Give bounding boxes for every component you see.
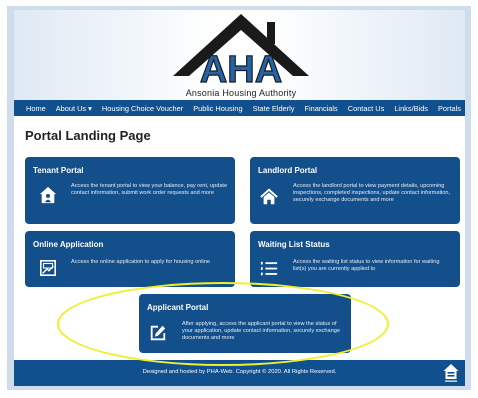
- site-header: AHA Ansonia Housing Authority: [14, 10, 465, 100]
- waiting-list-status-description: Access the waiting list status to view i…: [293, 259, 440, 273]
- equal-housing-icon: [443, 364, 459, 382]
- nav-state-elderly[interactable]: State Elderly: [248, 104, 300, 113]
- nav-financials[interactable]: Financials: [299, 104, 342, 113]
- tenant-portal-description: Access the tenant portal to view your ba…: [71, 183, 228, 197]
- edit-icon: [150, 325, 166, 341]
- online-application-title: Online Application: [33, 240, 104, 249]
- nav-portals[interactable]: Portals: [433, 104, 465, 113]
- portal-page: AHA Ansonia Housing Authority Home About…: [14, 10, 465, 386]
- aha-logo[interactable]: AHA Ansonia Housing Authority: [171, 12, 311, 98]
- tenant-portal-card[interactable]: Tenant Portal Access the tenant portal t…: [25, 157, 235, 224]
- site-footer: Designed and hosted by PHA-Web. Copyrigh…: [14, 360, 465, 386]
- nav-contact-us[interactable]: Contact Us: [343, 104, 390, 113]
- landlord-portal-card[interactable]: Landlord Portal Access the landlord port…: [250, 157, 460, 224]
- nav-public-housing[interactable]: Public Housing: [188, 104, 247, 113]
- online-application-card[interactable]: Online Application Access the online app…: [25, 231, 235, 287]
- nav-housing-choice-voucher[interactable]: Housing Choice Voucher: [97, 104, 188, 113]
- landlord-portal-title: Landlord Portal: [258, 166, 318, 175]
- applicant-portal-title: Applicant Portal: [147, 303, 209, 312]
- page-title: Portal Landing Page: [25, 128, 151, 143]
- nav-home[interactable]: Home: [14, 104, 51, 113]
- nav-links-bids[interactable]: Links/Bids: [389, 104, 433, 113]
- application-form-icon: [39, 259, 57, 277]
- online-application-description: Access the online application to apply f…: [71, 259, 211, 265]
- roof-logo-graphic: AHA: [173, 14, 309, 92]
- main-nav: Home About Us ▾ Housing Choice Voucher P…: [14, 100, 465, 116]
- nav-about-us[interactable]: About Us ▾: [51, 104, 97, 113]
- logo-letters: AHA: [200, 49, 282, 90]
- landlord-portal-description: Access the landlord portal to view payme…: [293, 183, 451, 204]
- applicant-portal-card[interactable]: Applicant Portal After applying, access …: [139, 294, 351, 353]
- tenant-portal-title: Tenant Portal: [33, 166, 84, 175]
- waiting-list-status-card[interactable]: Waiting List Status Access the waiting l…: [250, 231, 460, 287]
- waiting-list-status-title: Waiting List Status: [258, 240, 330, 249]
- logo-name: Ansonia Housing Authority: [185, 88, 297, 98]
- house-icon: [260, 188, 278, 205]
- applicant-portal-description: After applying, access the applicant por…: [182, 321, 340, 342]
- footer-copyright: Designed and hosted by PHA-Web. Copyrigh…: [142, 369, 337, 375]
- numbered-list-icon: [260, 261, 278, 276]
- house-person-icon: [39, 186, 57, 204]
